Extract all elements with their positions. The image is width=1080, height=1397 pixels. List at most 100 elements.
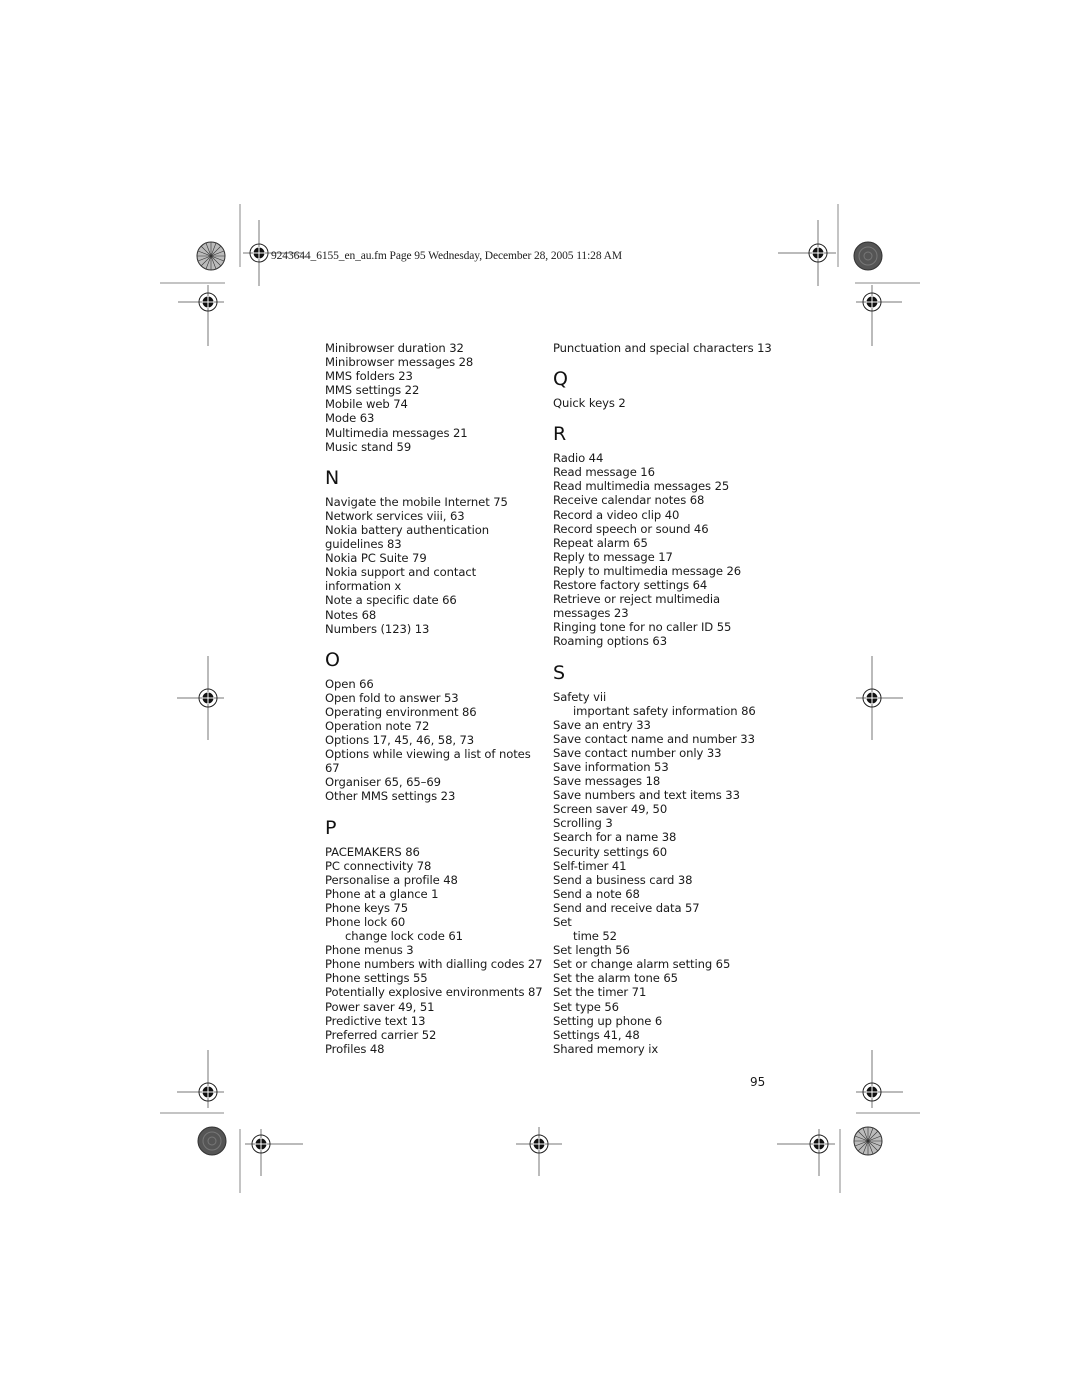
index-subentry: important safety information 86 [573,703,756,718]
index-entry: Network services viii, 63 [325,508,465,523]
index-letter-heading: R [553,423,567,446]
registration-mark-icon [245,1129,303,1176]
registration-mark-icon [856,1050,903,1108]
index-entry: Set length 56 [553,943,630,958]
starburst-target-icon [196,241,226,271]
index-entry: Punctuation and special characters 13 [553,341,772,355]
index-entry: Open fold to answer 53 [325,690,459,705]
index-entry: Save contact name and number 33 [553,731,755,746]
index-entry: Operating environment 86 [325,704,477,719]
index-entry: Mobile web 74 [325,397,408,412]
index-entry: Phone settings 55 [325,971,428,986]
index-entry: Phone keys 75 [325,900,409,915]
registration-mark-icon [177,1050,224,1108]
index-entry: Numbers (123) 13 [325,621,430,636]
index-entry: Reply to multimedia message 26 [553,563,742,578]
index-entry: Personalise a profile 48 [325,872,458,887]
index-entry: Preferred carrier 52 [325,1027,437,1042]
index-entry: Scrolling 3 [553,816,613,831]
index-subentry: time 52 [573,929,617,944]
index-entry: Minibrowser duration 32 [325,341,464,355]
index-entry: Set type 56 [553,999,619,1014]
index-entry: Save information 53 [553,759,669,774]
index-column-left: Minibrowser duration 32 Minibrowser messa… [325,341,543,1056]
index-letter-heading: P [325,816,337,839]
index-entry: Reply to message 17 [553,549,673,564]
index-entry: PACEMAKERS 86 [325,844,420,859]
index-letter-heading: S [553,661,565,684]
index-entry: 67 [325,761,340,776]
index-entry: Set the alarm tone 65 [553,971,678,986]
index-entry: Notes 68 [325,607,377,622]
index-entry: Nokia battery authentication [325,522,489,537]
index-entry: Set or change alarm setting 65 [553,957,731,972]
print-header: 9243644_6155_en_au.fm Page 95 Wednesday,… [271,250,622,262]
index-entry: Repeat alarm 65 [553,535,648,550]
index-entry: Potentially explosive environments 87 [325,985,543,1000]
index-entry: Options 17, 45, 46, 58, 73 [325,733,475,748]
registration-mark-icon [777,1129,835,1176]
index-entry: PC connectivity 78 [325,858,432,873]
index-entry: Screen saver 49, 50 [553,802,668,817]
registration-mark-icon [516,1127,562,1176]
gray-target-icon [197,1126,227,1156]
index-entry: Other MMS settings 23 [325,789,456,804]
index-entry: Phone lock 60 [325,915,406,929]
index-entry: Roaming options 63 [553,634,667,649]
index-entry: Minibrowser messages 28 [325,355,474,370]
index-entry: Save numbers and text items 33 [553,788,740,803]
index-entry: Options while viewing a list of notes [325,747,531,762]
index-entry: Operation note 72 [325,718,430,733]
page-number: 95 [750,1075,766,1089]
index-entry: Safety vii [553,689,607,704]
index-entry: Record speech or sound 46 [553,521,709,536]
index-entry: Search for a name 38 [553,830,677,845]
index-entry: Shared memory ix [553,1041,659,1056]
index-entry: Ringing tone for no caller ID 55 [553,620,732,635]
index-entry: Send a business card 38 [553,872,693,887]
index-entry: Read multimedia messages 25 [553,479,730,494]
index-entry: Quick keys 2 [553,396,626,411]
index-entry: Predictive text 13 [325,1013,426,1028]
index-entry: Read message 16 [553,465,655,480]
index-entry: Open 66 [325,676,374,691]
index-entry: Profiles 48 [325,1041,385,1056]
index-entry: Nokia support and contact [325,565,477,580]
index-entry: Multimedia messages 21 [325,425,468,440]
index-entry: Radio 44 [553,451,604,466]
starburst-target-icon [853,1126,883,1156]
index-entry: Set [553,915,572,929]
index-entry: Organiser 65, 65–69 [325,775,441,790]
index-letter-heading: Q [553,368,568,391]
index-entry: Note a specific date 66 [325,593,457,608]
index-entry: Save contact number only 33 [553,745,722,760]
index-entry: Save messages 18 [553,774,661,789]
index-entry: Navigate the mobile Internet 75 [325,494,508,509]
index-entry: Setting up phone 6 [553,1013,663,1028]
index-entry: Phone menus 3 [325,943,414,958]
print-marks [160,204,920,1193]
registration-mark-icon [178,285,224,346]
index-entry: Mode 63 [325,411,375,426]
index-entry: information x [325,579,402,594]
index-entry: messages 23 [553,606,629,621]
registration-mark-icon [856,285,902,346]
registration-mark-icon [177,656,224,740]
index-entry: Security settings 60 [553,844,667,859]
index-entry: Receive calendar notes 68 [553,493,705,508]
index-entry: Phone at a glance 1 [325,886,439,901]
index-entry: Record a video clip 40 [553,507,680,522]
index-entry: Self-timer 41 [553,858,627,873]
index-entry: Send a note 68 [553,886,640,901]
index-entry: Set the timer 71 [553,985,647,1000]
index-entry: Restore factory settings 64 [553,578,708,593]
index-entry: Music stand 59 [325,439,412,454]
index-entry: Phone numbers with dialling codes 27 [325,957,543,972]
index-subentry: change lock code 61 [345,929,463,944]
registration-mark-icon [856,656,903,740]
gray-target-icon [853,241,883,271]
index-entry: Nokia PC Suite 79 [325,551,427,566]
index-entry: Power saver 49, 51 [325,999,435,1014]
index-entry: Send and receive data 57 [553,900,700,915]
index-entry: guidelines 83 [325,537,402,552]
